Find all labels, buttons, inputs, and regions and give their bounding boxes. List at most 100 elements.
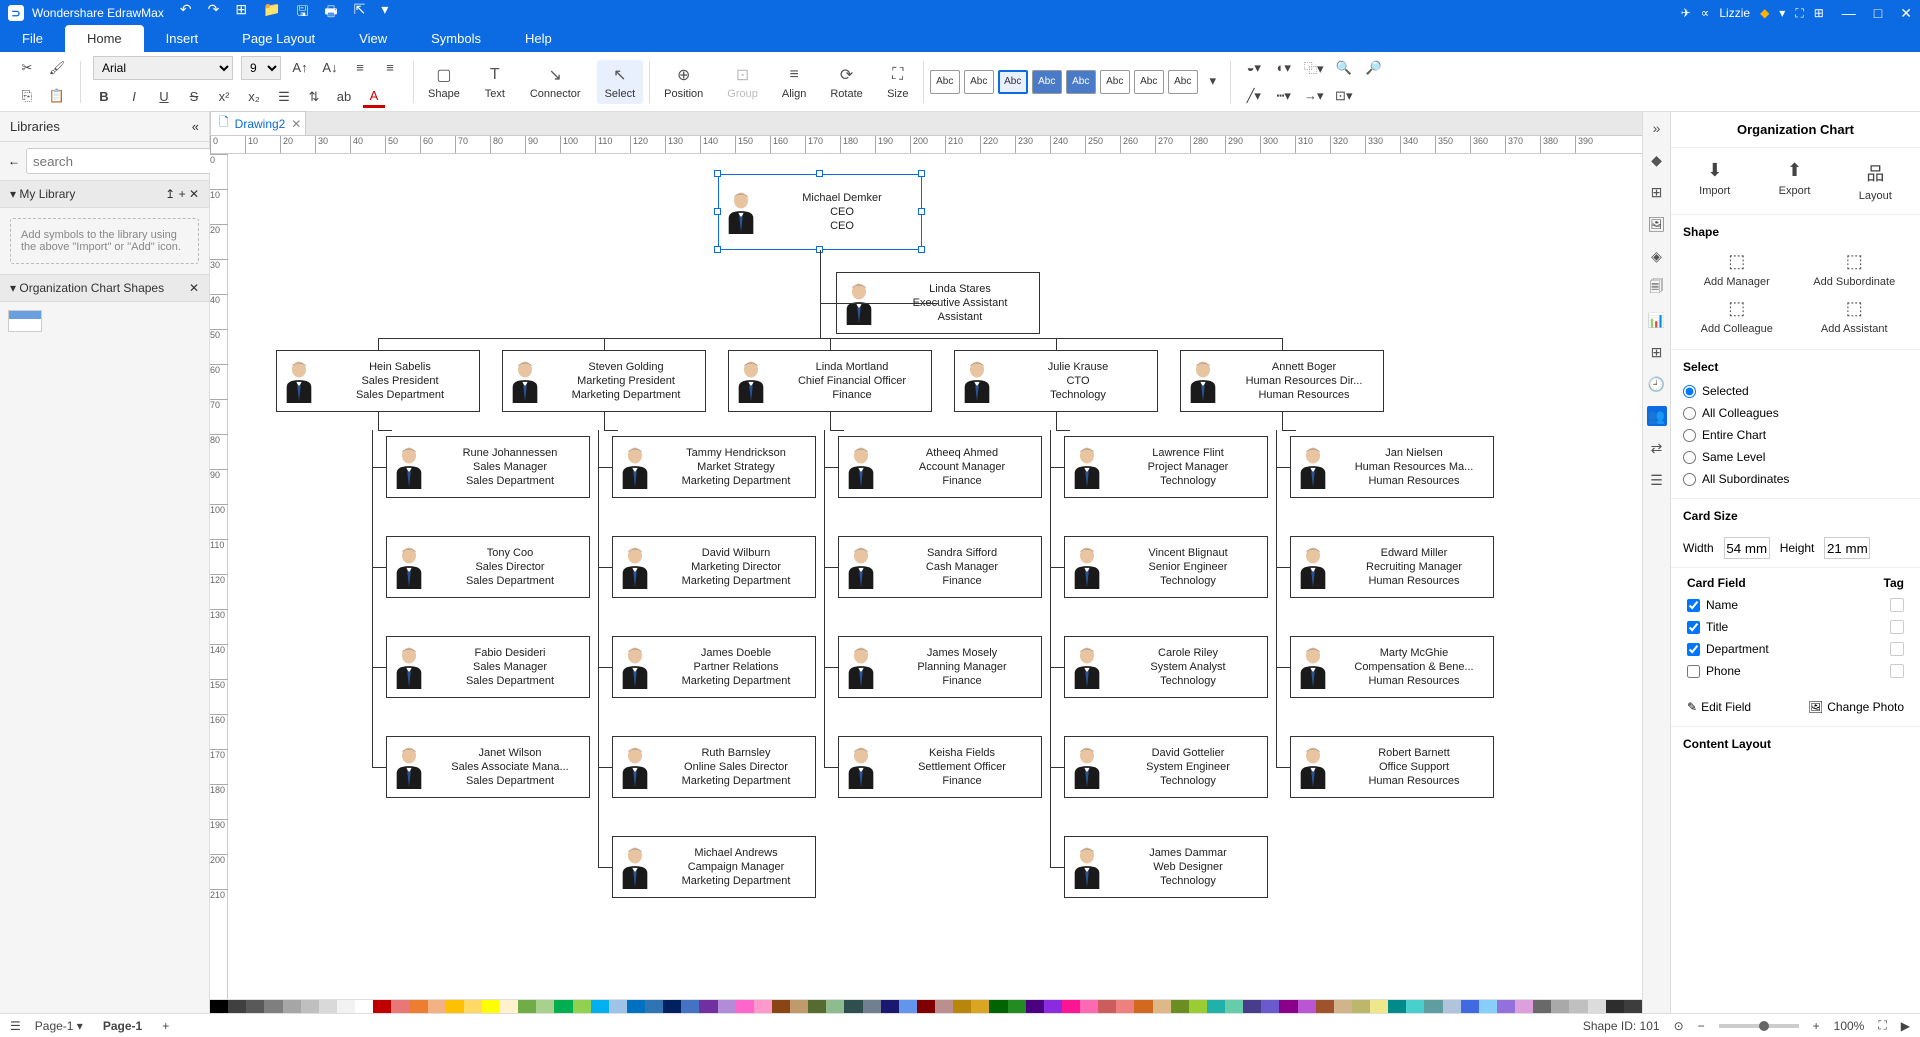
search-input[interactable] xyxy=(26,148,217,174)
font-size-select[interactable]: 9 xyxy=(241,56,281,80)
org-node[interactable]: Linda MortlandChief Financial OfficerFin… xyxy=(728,350,932,412)
color-swatch[interactable] xyxy=(736,1000,754,1013)
org-node[interactable]: Lawrence FlintProject ManagerTechnology xyxy=(1064,436,1268,498)
menu-help[interactable]: Help xyxy=(503,25,574,52)
color-swatch[interactable] xyxy=(573,1000,591,1013)
add-subordinate-button[interactable]: ⬚Add Subordinate xyxy=(1801,251,1909,288)
color-swatch[interactable] xyxy=(591,1000,609,1013)
org-node[interactable]: Julie KrauseCTOTechnology xyxy=(954,350,1158,412)
menu-file[interactable]: File xyxy=(0,25,65,52)
color-swatch[interactable] xyxy=(699,1000,717,1013)
org-node[interactable]: David WilburnMarketing DirectorMarketing… xyxy=(612,536,816,598)
color-swatch[interactable] xyxy=(1225,1000,1243,1013)
style-swatch[interactable]: Abc xyxy=(1032,70,1062,94)
color-swatch[interactable] xyxy=(790,1000,808,1013)
color-swatch[interactable] xyxy=(772,1000,790,1013)
color-swatch[interactable] xyxy=(1044,1000,1062,1013)
arrow-icon[interactable]: →▾ xyxy=(1303,85,1325,107)
page-dropdown[interactable]: Page-1 ▾ xyxy=(35,1019,83,1033)
style-swatch[interactable]: Abc xyxy=(1100,70,1130,94)
add-colleague-button[interactable]: ⬚Add Colleague xyxy=(1683,298,1791,335)
org-node[interactable]: James DammarWeb DesignerTechnology xyxy=(1064,836,1268,898)
field-phone[interactable]: Phone xyxy=(1687,664,1890,678)
selection-handle[interactable] xyxy=(714,170,721,177)
color-swatch[interactable] xyxy=(1153,1000,1171,1013)
add-manager-button[interactable]: ⬚Add Manager xyxy=(1683,251,1791,288)
color-swatch[interactable] xyxy=(863,1000,881,1013)
color-swatch[interactable] xyxy=(428,1000,446,1013)
back-icon[interactable]: ← xyxy=(8,154,20,168)
color-swatch[interactable] xyxy=(1497,1000,1515,1013)
export-button[interactable]: ⬆Export xyxy=(1779,160,1811,202)
menu-pagelayout[interactable]: Page Layout xyxy=(220,25,337,52)
style-swatch[interactable]: Abc xyxy=(1168,70,1198,94)
grow-font-icon[interactable]: A↑ xyxy=(289,57,311,79)
color-swatch[interactable] xyxy=(1008,1000,1026,1013)
color-swatch[interactable] xyxy=(264,1000,282,1013)
zoom-slider[interactable] xyxy=(1719,1024,1799,1028)
chart-panel-icon[interactable]: 📊 xyxy=(1647,310,1667,330)
bullets-icon[interactable]: ☰ xyxy=(273,86,295,108)
subscript-icon[interactable]: x₂ xyxy=(243,86,265,108)
menu-home[interactable]: Home xyxy=(65,25,144,52)
print-icon[interactable]: 🖶 xyxy=(324,1,337,25)
dash-icon[interactable]: ┅▾ xyxy=(1273,85,1295,107)
selection-handle[interactable] xyxy=(918,170,925,177)
chevron-down-icon[interactable]: ▾ xyxy=(1779,6,1785,20)
gift-icon[interactable]: ⛶ xyxy=(1795,6,1803,21)
color-swatch[interactable] xyxy=(1461,1000,1479,1013)
more-style-icon[interactable]: ⊡▾ xyxy=(1333,85,1355,107)
font-color-icon[interactable]: A xyxy=(363,86,385,108)
org-node[interactable]: James MoselyPlanning ManagerFinance xyxy=(838,636,1042,698)
radio-selected[interactable]: Selected xyxy=(1683,384,1908,398)
history-panel-icon[interactable]: 🕘 xyxy=(1647,374,1667,394)
color-swatch[interactable] xyxy=(645,1000,663,1013)
page-panel-icon[interactable]: 🗐 xyxy=(1647,278,1667,298)
shape-tool[interactable]: ▢Shape xyxy=(420,60,468,104)
text-tool[interactable]: TText xyxy=(476,60,514,104)
underline-icon[interactable]: U xyxy=(153,86,175,108)
color-swatch[interactable] xyxy=(1189,1000,1207,1013)
valign-icon[interactable]: ≡ xyxy=(379,57,401,79)
close-icon[interactable]: ✕ xyxy=(1900,5,1912,22)
width-input[interactable] xyxy=(1724,537,1770,559)
color-swatch[interactable] xyxy=(808,1000,826,1013)
position-button[interactable]: ⊕Position xyxy=(656,60,711,104)
color-swatch[interactable] xyxy=(718,1000,736,1013)
shrink-font-icon[interactable]: A↓ xyxy=(319,57,341,79)
tag-box[interactable] xyxy=(1890,664,1904,678)
org-node[interactable]: Fabio DesideriSales ManagerSales Departm… xyxy=(386,636,590,698)
new-icon[interactable]: ⊞ xyxy=(235,1,247,25)
color-swatch[interactable] xyxy=(1207,1000,1225,1013)
outline-panel-icon[interactable]: ☰ xyxy=(1647,470,1667,490)
presentation-icon[interactable]: ▶ xyxy=(1901,1019,1910,1033)
color-swatch[interactable] xyxy=(754,1000,772,1013)
color-swatch[interactable] xyxy=(953,1000,971,1013)
color-swatch[interactable] xyxy=(1334,1000,1352,1013)
undo-icon[interactable]: ↶ xyxy=(180,1,192,25)
org-node[interactable]: Robert BarnettOffice SupportHuman Resour… xyxy=(1290,736,1494,798)
color-swatch[interactable] xyxy=(1098,1000,1116,1013)
color-swatch[interactable] xyxy=(500,1000,518,1013)
color-swatch[interactable] xyxy=(373,1000,391,1013)
color-swatch[interactable] xyxy=(210,1000,228,1013)
group-button[interactable]: ⊡Group xyxy=(719,60,766,104)
edit-field-button[interactable]: ✎ Edit Field xyxy=(1687,700,1751,714)
redo-icon[interactable]: ↷ xyxy=(208,1,220,25)
color-swatch[interactable] xyxy=(1624,1000,1642,1013)
color-swatch[interactable] xyxy=(1424,1000,1442,1013)
color-swatch[interactable] xyxy=(337,1000,355,1013)
org-node[interactable]: Marty McGhieCompensation & Bene...Human … xyxy=(1290,636,1494,698)
size-button[interactable]: ⛶Size xyxy=(879,60,917,104)
menu-symbols[interactable]: Symbols xyxy=(409,25,503,52)
color-swatch[interactable] xyxy=(1479,1000,1497,1013)
color-swatch[interactable] xyxy=(228,1000,246,1013)
color-swatch[interactable] xyxy=(1352,1000,1370,1013)
color-swatch[interactable] xyxy=(1171,1000,1189,1013)
color-swatch[interactable] xyxy=(1261,1000,1279,1013)
color-swatch[interactable] xyxy=(989,1000,1007,1013)
copy-icon[interactable]: ⎘ xyxy=(16,85,38,107)
tag-box[interactable] xyxy=(1890,598,1904,612)
export-icon[interactable]: ⇱ xyxy=(354,1,366,25)
color-swatch[interactable] xyxy=(1316,1000,1334,1013)
